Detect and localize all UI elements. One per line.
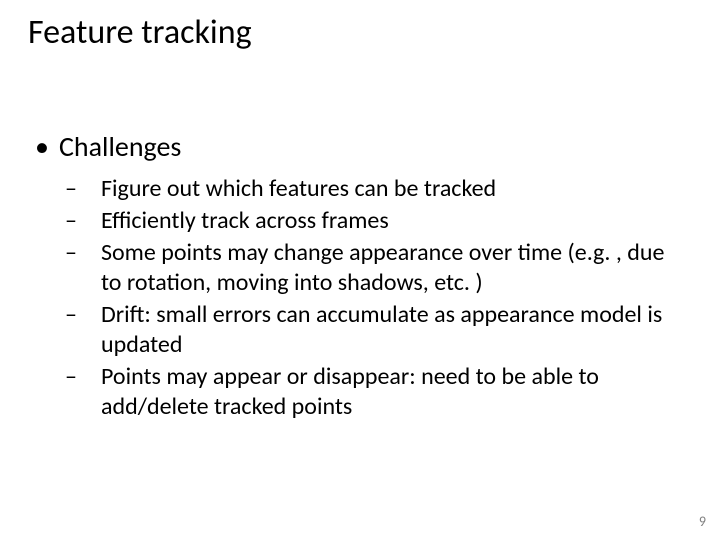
bullet-level1: •Challenges <box>35 130 680 164</box>
bullet-level1-label: Challenges <box>59 129 181 164</box>
bullet-level2-text: Some points may change appearance over t… <box>101 238 664 297</box>
bullet-level2-group: –Figure out which features can be tracke… <box>83 174 680 422</box>
bullet-level2-item: –Points may appear or disappear: need to… <box>83 362 680 422</box>
bullet-dot-icon: • <box>35 130 59 164</box>
bullet-level2-text: Figure out which features can be tracked <box>101 174 496 203</box>
bullet-level2-text: Efficiently track across frames <box>101 206 389 235</box>
dash-icon: – <box>83 362 101 392</box>
bullet-level2-item: –Efficiently track across frames <box>83 206 680 236</box>
dash-icon: – <box>83 174 101 204</box>
bullet-level2-text: Points may appear or disappear: need to … <box>101 362 599 421</box>
dash-icon: – <box>83 206 101 236</box>
slide: Feature tracking •Challenges –Figure out… <box>0 0 720 540</box>
dash-icon: – <box>83 238 101 268</box>
page-number: 9 <box>699 513 706 530</box>
bullet-level2-item: –Drift: small errors can accumulate as a… <box>83 300 680 360</box>
bullet-level2-item: –Figure out which features can be tracke… <box>83 174 680 204</box>
slide-body: •Challenges –Figure out which features c… <box>35 130 680 424</box>
slide-title: Feature tracking <box>28 12 252 53</box>
bullet-level2-text: Drift: small errors can accumulate as ap… <box>101 300 662 359</box>
bullet-level2-item: –Some points may change appearance over … <box>83 238 680 298</box>
dash-icon: – <box>83 300 101 330</box>
